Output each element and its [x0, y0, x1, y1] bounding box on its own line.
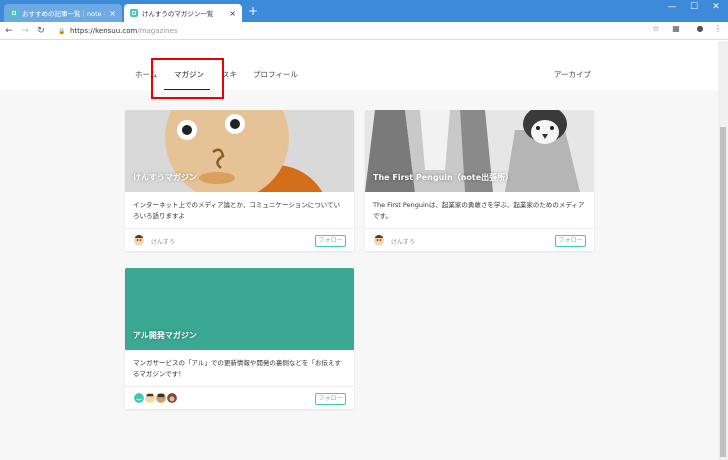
menu-dots-icon[interactable]: ⋮ — [712, 24, 724, 33]
forward-arrow-icon[interactable]: → — [18, 26, 32, 36]
magazine-card[interactable]: けんすうマガジン インターネット上でのメディア論とか、コミュニケーションについて… — [125, 110, 354, 251]
url-host: https://kensuu.com — [70, 27, 138, 35]
magazine-card[interactable]: アル開発マガジン マンガサービスの「アル」での更新情報や開発の裏側などを「お伝え… — [125, 268, 354, 409]
author-name[interactable]: けんすう — [151, 237, 175, 246]
nav-archive[interactable]: アーカイブ — [554, 69, 591, 80]
magazine-description: インターネット上でのメディア論とか、コミュニケーションについていろいろ語りますよ — [125, 192, 354, 229]
reload-icon[interactable]: ↻ — [34, 26, 48, 36]
author-name[interactable]: けんすう — [391, 237, 415, 246]
author-avatar[interactable] — [134, 235, 144, 246]
page-scrollbar[interactable] — [718, 41, 728, 460]
new-tab-button[interactable]: + — [248, 5, 258, 17]
scrollbar-thumb[interactable] — [720, 127, 726, 457]
browser-toolbar: ← → ↻ 🔒 https://kensuu.com /magazines ☆ … — [0, 22, 728, 40]
magazine-title: アル開発マガジン — [133, 331, 197, 340]
lock-icon: 🔒 — [58, 27, 66, 35]
address-bar[interactable]: 🔒 https://kensuu.com /magazines — [58, 24, 666, 38]
magazine-title: The First Penguin（note出張所） — [373, 173, 514, 182]
nav-profile[interactable]: プロフィール — [253, 69, 298, 80]
note-favicon-icon — [130, 9, 138, 17]
page-content: ホーム マガジン スキ プロフィール アーカイブ けんすうマガジン インターネッ… — [0, 41, 718, 460]
tab-close-icon[interactable]: × — [229, 9, 236, 18]
card-footer: フォロー — [125, 387, 354, 409]
follow-button[interactable]: フォロー — [315, 235, 346, 247]
profile-icon[interactable]: ● — [694, 24, 706, 33]
tab-title: おすすめの記事一覧｜note ――つ — [22, 10, 105, 18]
magazine-subnav: ホーム マガジン スキ プロフィール アーカイブ — [0, 41, 718, 90]
magazine-cover-image: けんすうマガジン — [125, 110, 354, 192]
magazine-cover-image: The First Penguin（note出張所） — [365, 110, 594, 192]
url-path: /magazines — [137, 27, 178, 35]
card-footer: けんすう フォロー — [365, 229, 594, 251]
note-favicon-icon — [10, 9, 18, 17]
follow-button[interactable]: フォロー — [315, 393, 346, 405]
tab-magazines[interactable]: けんすうのマガジン一覧 × — [124, 4, 242, 22]
magazine-card[interactable]: The First Penguin（note出張所） The First Pen… — [365, 110, 594, 251]
contributor-avatar[interactable] — [166, 392, 178, 404]
browser-titlebar: おすすめの記事一覧｜note ――つ × けんすうのマガジン一覧 × + — ☐… — [0, 0, 728, 22]
magazine-cover-image: アル開発マガジン — [125, 268, 354, 350]
maximize-button[interactable]: ☐ — [686, 2, 702, 12]
back-arrow-icon[interactable]: ← — [2, 26, 16, 36]
nav-suki[interactable]: スキ — [222, 69, 237, 80]
minimize-button[interactable]: — — [664, 2, 680, 12]
magazine-description: マンガサービスの「アル」での更新情報や開発の裏側などを「お伝えするマガジンです！ — [125, 350, 354, 387]
bookmark-star-icon[interactable]: ☆ — [650, 24, 662, 33]
tab-recommended-articles[interactable]: おすすめの記事一覧｜note ――つ × — [4, 4, 122, 22]
magazine-description: The First Penguinは、起業家の勇敢さを学ぶ、起業家のためのメディ… — [365, 192, 594, 229]
close-window-button[interactable]: ✕ — [708, 2, 724, 12]
contributor-avatars — [133, 392, 178, 404]
magazine-title: けんすうマガジン — [133, 173, 197, 182]
card-footer: けんすう フォロー — [125, 229, 354, 251]
author-avatar[interactable] — [374, 235, 384, 246]
highlight-annotation-box — [151, 58, 224, 99]
tab-title: けんすうのマガジン一覧 — [142, 10, 214, 18]
follow-button[interactable]: フォロー — [555, 235, 586, 247]
tab-close-icon[interactable]: × — [109, 9, 116, 18]
extension-icon[interactable]: ▦ — [670, 24, 682, 33]
